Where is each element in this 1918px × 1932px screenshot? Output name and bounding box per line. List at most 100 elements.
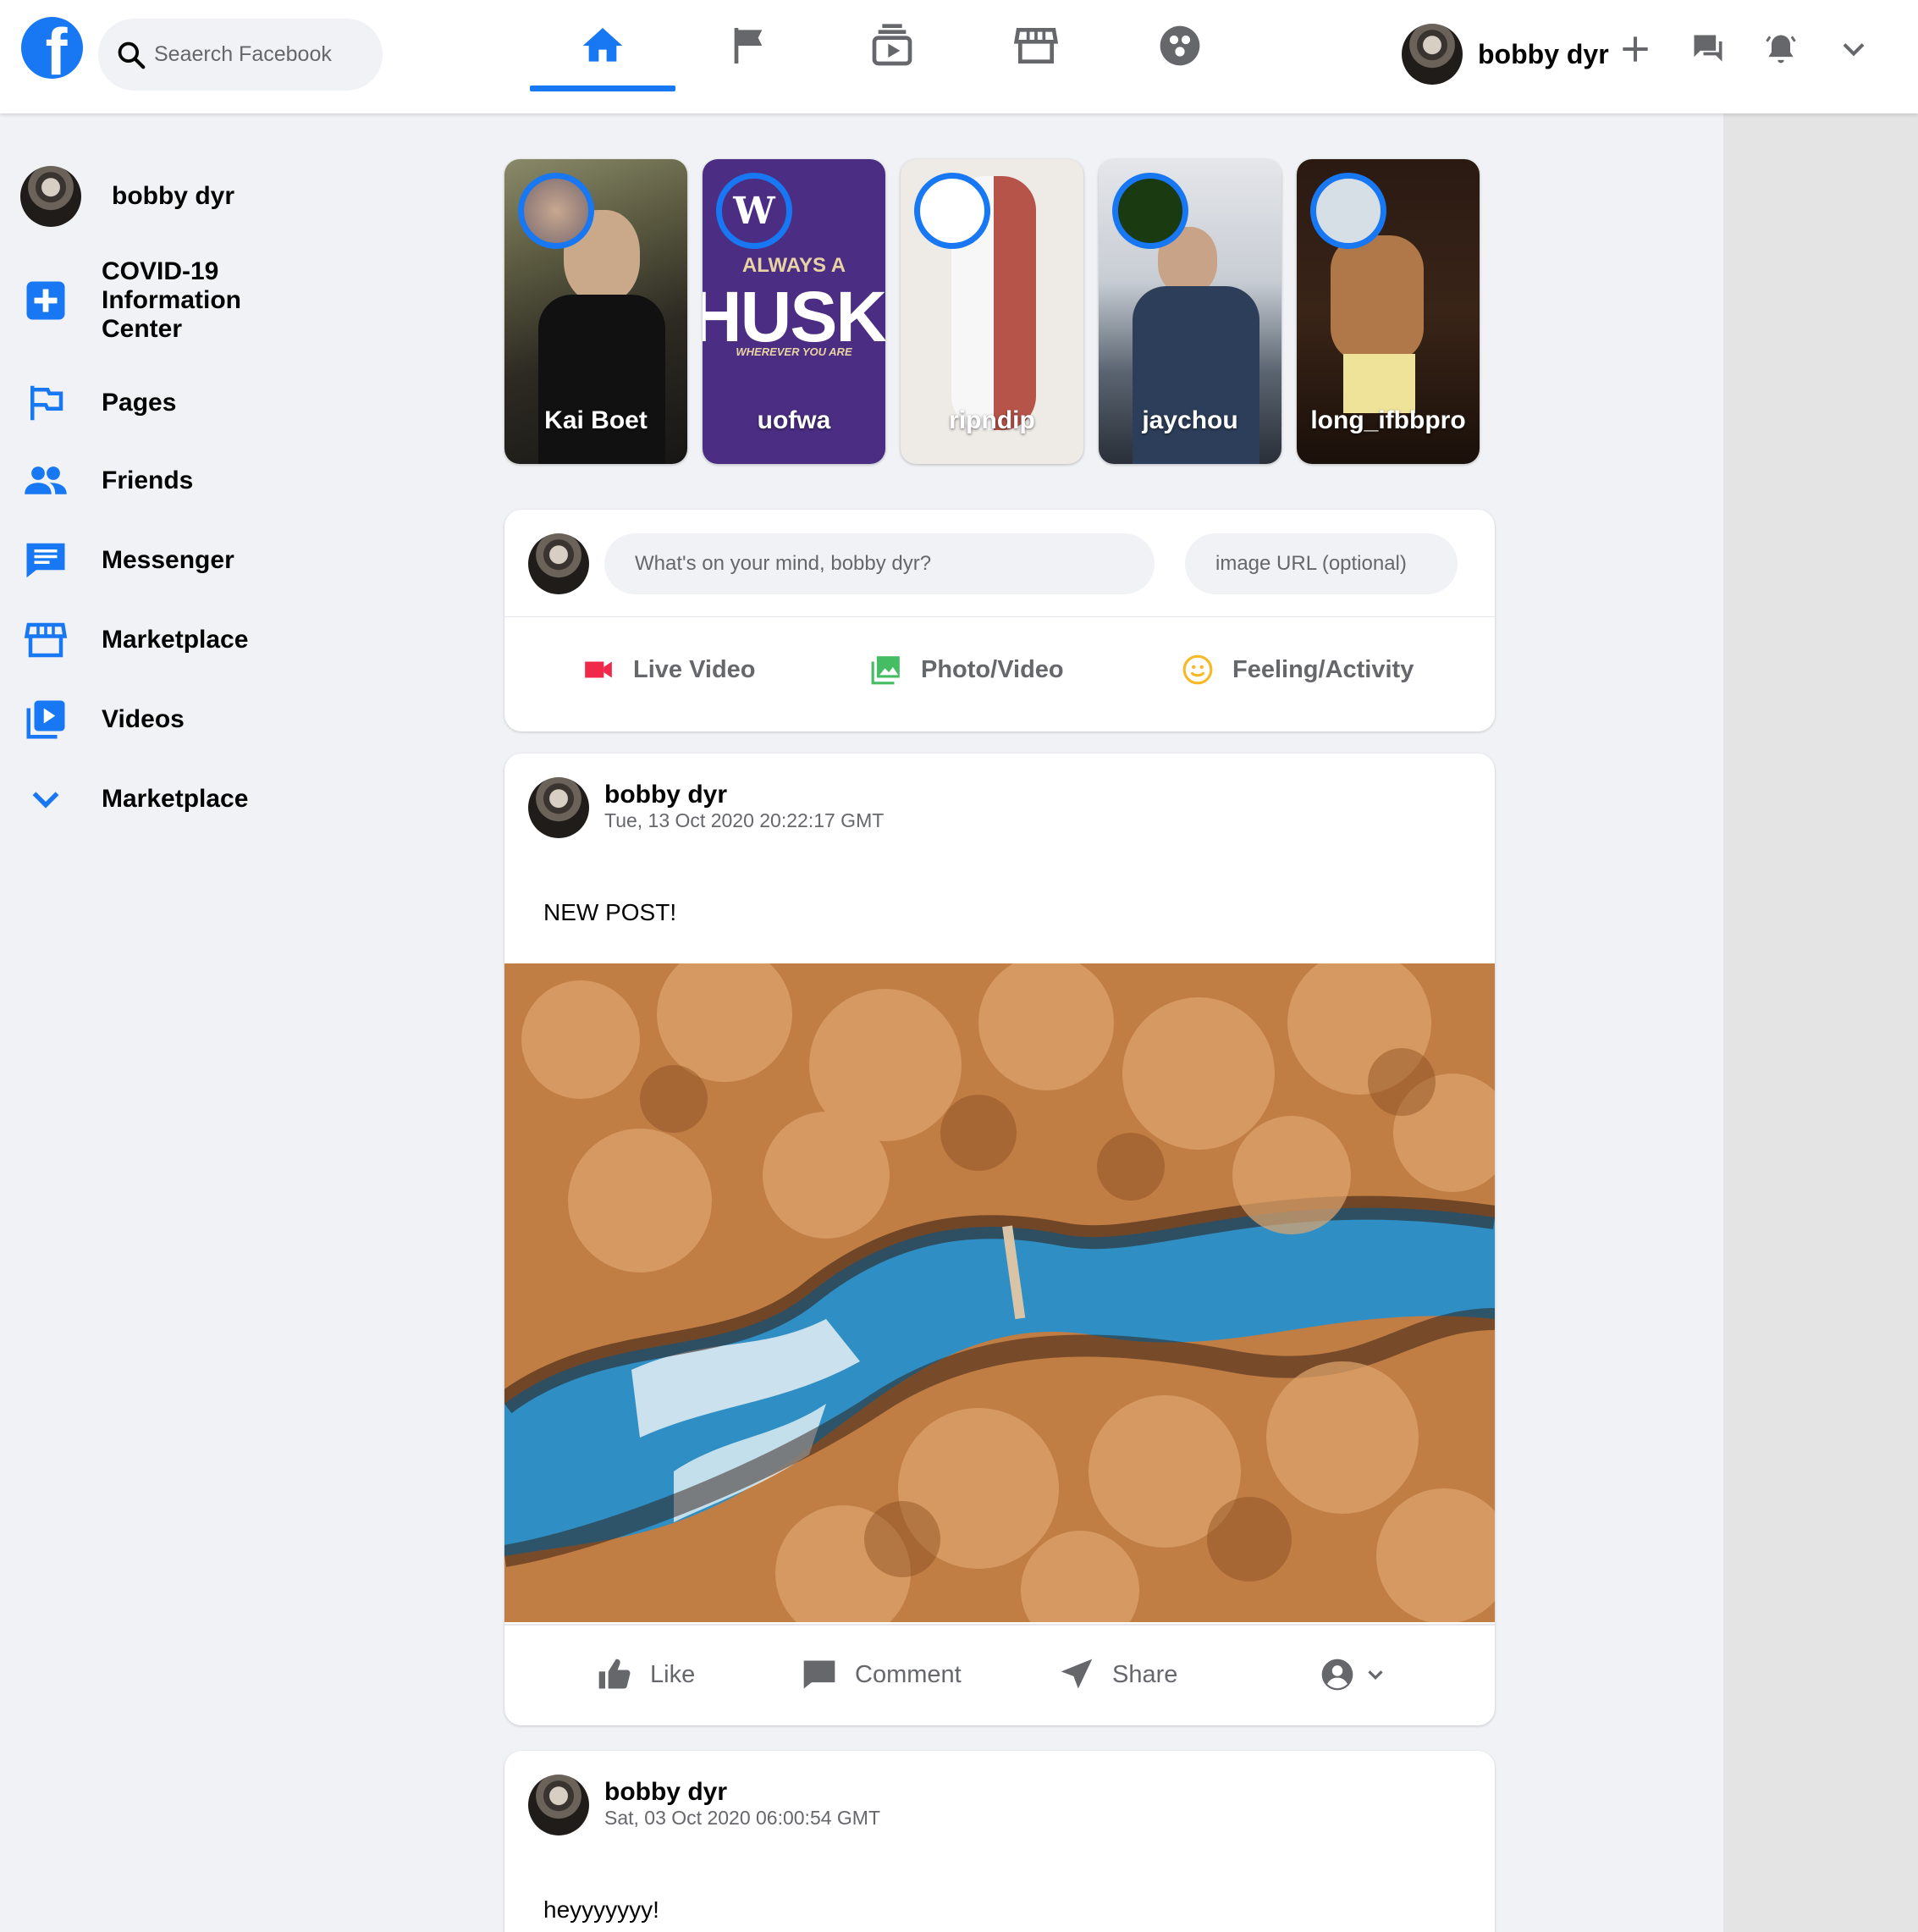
photo-icon bbox=[871, 656, 900, 685]
sidebar-item-label: Friends bbox=[102, 466, 194, 494]
live-video-button[interactable]: Live Video bbox=[582, 654, 756, 686]
store-icon bbox=[24, 622, 68, 658]
action-label: Like bbox=[650, 1660, 696, 1688]
sidebar-item-covid[interactable]: COVID-19 Information Center bbox=[20, 257, 271, 344]
story-card[interactable]: Kai Boet bbox=[504, 159, 687, 464]
like-button[interactable]: Like bbox=[596, 1656, 695, 1693]
plus-square-icon bbox=[26, 281, 65, 320]
profile-name: bobby dyr bbox=[1478, 38, 1609, 69]
share-button[interactable]: Share bbox=[1058, 1656, 1177, 1693]
avatar bbox=[1112, 173, 1188, 249]
image-url-input[interactable] bbox=[1185, 533, 1458, 594]
post-text: NEW POST! bbox=[543, 899, 677, 925]
post-card: bobby dyr Sat, 03 Oct 2020 06:00:54 GMT … bbox=[504, 1751, 1495, 1932]
action-label: Feeling/Activity bbox=[1232, 655, 1414, 683]
sidebar-item-label: Marketplace bbox=[102, 785, 249, 813]
post-timestamp: Tue, 13 Oct 2020 20:22:17 GMT bbox=[604, 809, 885, 831]
sidebar-item-see-more[interactable]: Marketplace bbox=[20, 774, 248, 825]
tab-marketplace[interactable] bbox=[963, 0, 1109, 91]
post-composer: Live Video Photo/Video Feeling/Activity bbox=[504, 510, 1495, 731]
friends-icon bbox=[25, 466, 67, 494]
action-label: Live Video bbox=[633, 655, 756, 683]
video-icon bbox=[26, 700, 65, 739]
share-icon bbox=[1061, 1659, 1093, 1689]
live-video-icon bbox=[585, 661, 612, 678]
story-card[interactable]: ripndip bbox=[901, 159, 1083, 464]
story-name: ripndip bbox=[949, 406, 1035, 434]
profile-link[interactable]: bobby dyr bbox=[1402, 24, 1609, 85]
audience-selector[interactable] bbox=[1319, 1656, 1388, 1693]
story-name: uofwa bbox=[757, 406, 831, 434]
avatar bbox=[914, 173, 990, 249]
avatar bbox=[1310, 173, 1386, 249]
account-circle-icon bbox=[1321, 1659, 1353, 1691]
groups-icon bbox=[1160, 25, 1200, 66]
avatar bbox=[528, 533, 589, 594]
action-label: Photo/Video bbox=[921, 655, 1064, 683]
tab-watch[interactable] bbox=[819, 0, 965, 91]
comment-icon bbox=[803, 1660, 835, 1689]
facebook-logo-icon[interactable]: f bbox=[21, 17, 83, 79]
chevron-down-icon bbox=[1368, 1670, 1383, 1681]
plus-icon[interactable] bbox=[1617, 30, 1654, 68]
post-image[interactable] bbox=[504, 963, 1495, 1622]
comment-button[interactable]: Comment bbox=[801, 1656, 962, 1693]
search-box[interactable] bbox=[98, 19, 383, 91]
chevron-down-icon[interactable] bbox=[1835, 30, 1872, 68]
post-timestamp: Sat, 03 Oct 2020 06:00:54 GMT bbox=[604, 1807, 881, 1829]
message-icon bbox=[26, 543, 65, 578]
story-art-text: WHEREVER YOU ARE bbox=[736, 345, 852, 358]
tab-groups[interactable] bbox=[1107, 0, 1253, 91]
sidebar-item-marketplace[interactable]: Marketplace bbox=[20, 615, 248, 665]
avatar[interactable] bbox=[528, 777, 589, 838]
post-author[interactable]: bobby dyr bbox=[604, 1778, 727, 1807]
sidebar-item-label: COVID-19 Information Center bbox=[102, 257, 241, 343]
story-card[interactable]: W ALWAYS A HUSKY WHEREVER YOU ARE uofwa bbox=[703, 159, 885, 464]
chevron-down-icon bbox=[32, 792, 59, 809]
story-name: long_ifbbpro bbox=[1310, 406, 1466, 434]
story-name: Kai Boet bbox=[544, 406, 648, 434]
search-input[interactable] bbox=[154, 42, 357, 67]
sidebar-item-friends[interactable]: Friends bbox=[20, 455, 193, 506]
sidebar-item-label: Pages bbox=[102, 389, 177, 417]
status-input[interactable] bbox=[604, 533, 1155, 594]
sidebar-item-label: Messenger bbox=[102, 546, 234, 574]
home-icon bbox=[582, 28, 623, 62]
action-label: Share bbox=[1112, 1660, 1178, 1688]
post-card: bobby dyr Tue, 13 Oct 2020 20:22:17 GMT … bbox=[504, 753, 1495, 1725]
right-panel bbox=[1723, 113, 1918, 1932]
sidebar-item-label: Videos bbox=[102, 705, 185, 733]
action-label: Comment bbox=[855, 1660, 962, 1688]
tab-pages[interactable] bbox=[675, 0, 821, 91]
store-icon bbox=[1013, 28, 1059, 63]
video-icon bbox=[872, 24, 912, 66]
story-name: jaychou bbox=[1142, 406, 1238, 434]
sidebar-item-pages[interactable]: Pages bbox=[20, 378, 176, 428]
story-card[interactable]: long_ifbbpro bbox=[1297, 159, 1480, 464]
search-icon bbox=[118, 41, 146, 69]
feeling-activity-button[interactable]: Feeling/Activity bbox=[1182, 654, 1414, 686]
story-card[interactable]: jaychou bbox=[1099, 159, 1281, 464]
post-text: heyyyyyyy! bbox=[543, 1896, 659, 1923]
avatar bbox=[1402, 24, 1463, 85]
messenger-icon[interactable] bbox=[1689, 30, 1727, 68]
post-author[interactable]: bobby dyr bbox=[604, 781, 727, 809]
thumbs-up-icon bbox=[598, 1659, 631, 1689]
aerial-forest-photo bbox=[504, 963, 1495, 1622]
top-navbar: f bobby dyr bbox=[0, 0, 1918, 113]
tab-home[interactable] bbox=[530, 0, 675, 91]
sidebar-item-messenger[interactable]: Messenger bbox=[20, 535, 234, 586]
sidebar-item-profile[interactable]: bobby dyr bbox=[20, 166, 234, 227]
story-art-text: ALWAYS A bbox=[741, 254, 846, 277]
flag-icon bbox=[734, 28, 763, 63]
divider bbox=[504, 1624, 1495, 1626]
sidebar-item-videos[interactable]: Videos bbox=[20, 694, 185, 745]
avatar bbox=[518, 173, 594, 249]
notifications-bell-icon[interactable] bbox=[1762, 30, 1800, 68]
smiley-icon bbox=[1182, 654, 1213, 685]
avatar[interactable] bbox=[528, 1775, 589, 1835]
sidebar-item-label: bobby dyr bbox=[112, 182, 235, 210]
photo-video-button[interactable]: Photo/Video bbox=[870, 654, 1064, 686]
divider bbox=[504, 616, 1495, 617]
avatar bbox=[20, 166, 81, 227]
